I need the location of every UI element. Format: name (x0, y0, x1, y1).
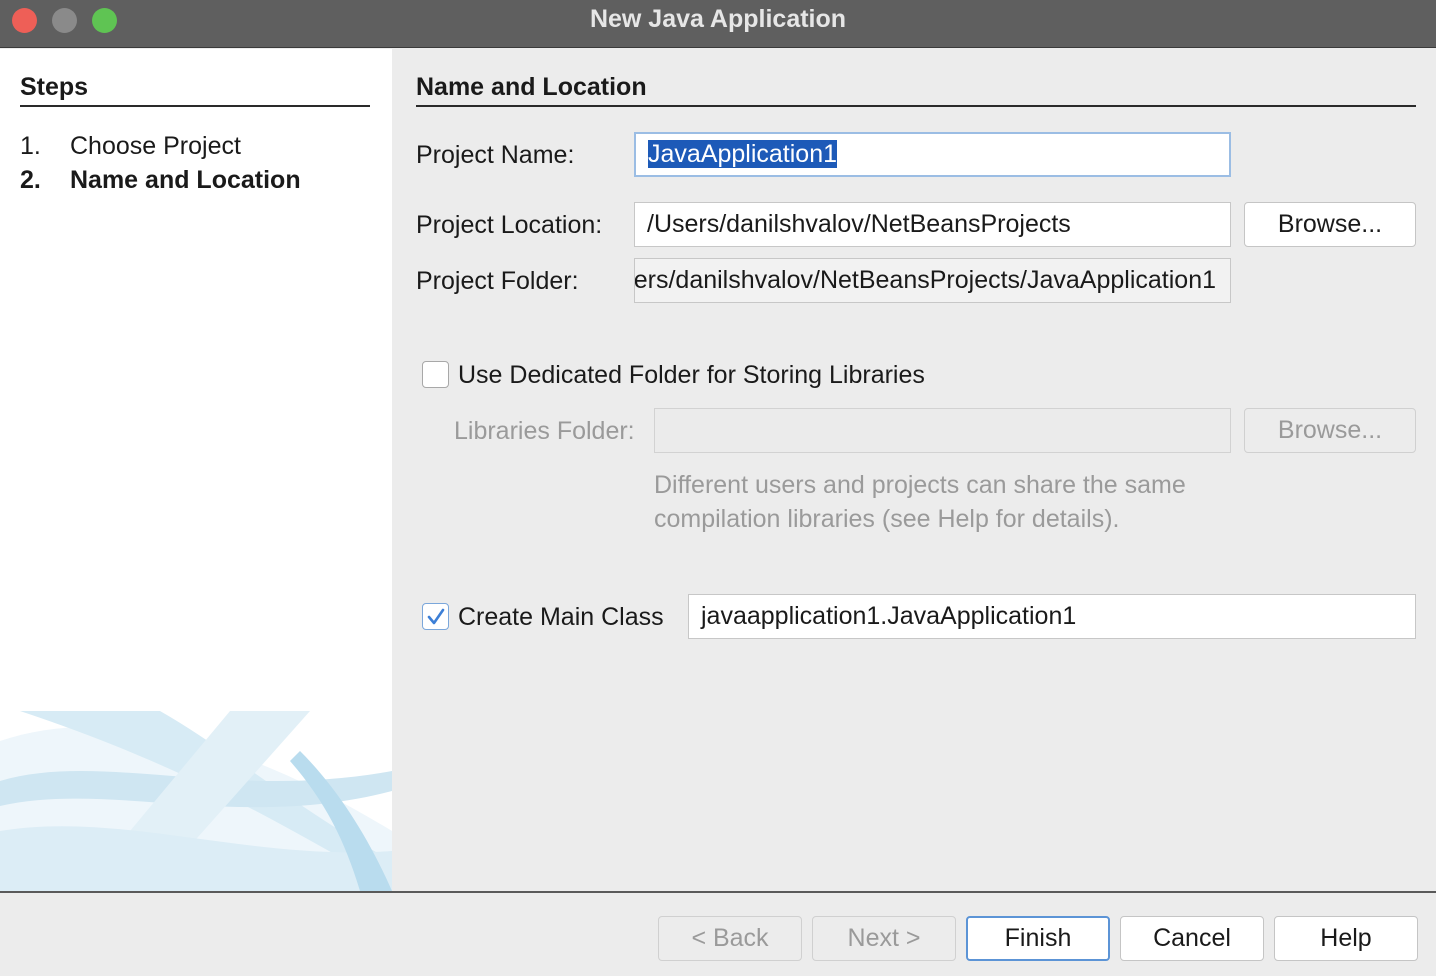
create-main-class-label: Create Main Class (458, 603, 664, 631)
step-choose-project: 1. Choose Project (20, 131, 241, 161)
steps-panel: Steps 1. Choose Project 2. Name and Locati… (0, 49, 392, 891)
checkmark-icon (427, 608, 445, 625)
libraries-folder-input[interactable] (654, 408, 1231, 453)
help-button[interactable]: Help (1274, 916, 1418, 961)
back-button[interactable]: < Back (658, 916, 802, 961)
main-class-input[interactable]: javaapplication1.JavaApplication1 (688, 594, 1416, 639)
main-content: Name and Location Project Name: JavaAppl… (392, 49, 1436, 891)
steps-title: Steps (20, 73, 89, 101)
step-label: Name and Location (70, 166, 301, 194)
dedicated-folder-checkbox[interactable] (422, 361, 449, 388)
steps-divider (20, 105, 370, 107)
browse-location-button[interactable]: Browse... (1244, 202, 1416, 247)
project-folder-field[interactable]: /Users/danilshvalov/NetBeansProjects/Jav… (634, 258, 1231, 303)
next-button[interactable]: Next > (812, 916, 956, 961)
project-name-value: JavaApplication1 (648, 140, 838, 168)
project-name-input[interactable]: JavaApplication1 (634, 132, 1231, 177)
section-divider (416, 105, 1416, 107)
footer-bar: < Back Next > Finish Cancel Help (0, 893, 1436, 976)
step-label: Choose Project (70, 132, 241, 160)
create-main-class-checkbox[interactable] (422, 603, 449, 630)
project-folder-label: Project Folder: (416, 267, 579, 295)
project-location-label: Project Location: (416, 211, 603, 239)
project-name-label: Project Name: (416, 141, 575, 169)
project-location-input[interactable]: /Users/danilshvalov/NetBeansProjects (634, 202, 1231, 247)
dedicated-folder-label: Use Dedicated Folder for Storing Librari… (458, 361, 925, 389)
libraries-help-text: Different users and projects can share t… (654, 471, 1186, 533)
browse-libraries-button[interactable]: Browse... (1244, 408, 1416, 453)
step-name-and-location: 2. Name and Location (20, 165, 301, 195)
libraries-folder-label: Libraries Folder: (454, 417, 635, 445)
netbeans-wave-graphic (0, 711, 392, 891)
project-folder-value: /Users/danilshvalov/NetBeansProjects/Jav… (634, 266, 1216, 294)
section-title: Name and Location (416, 73, 647, 101)
cancel-button[interactable]: Cancel (1120, 916, 1264, 961)
finish-button[interactable]: Finish (966, 916, 1110, 961)
title-bar: New Java Application (0, 0, 1436, 48)
window-title: New Java Application (589, 5, 847, 33)
step-number: 1. (20, 132, 41, 160)
step-number: 2. (20, 166, 41, 194)
